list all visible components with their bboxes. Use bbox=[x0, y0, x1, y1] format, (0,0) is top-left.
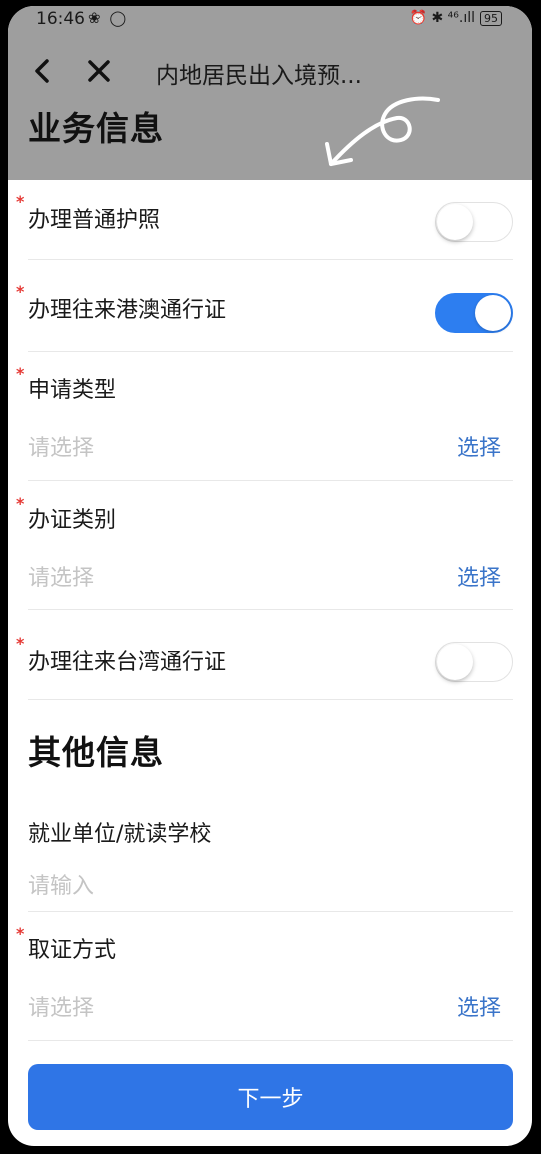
divider bbox=[28, 480, 513, 481]
required-marker: * bbox=[16, 494, 25, 513]
chevron-left-icon bbox=[35, 59, 49, 83]
page-title: 内地居民出入境预... bbox=[156, 63, 362, 89]
required-marker: * bbox=[16, 924, 25, 943]
taiwan-label: 办理往来台湾通行证 bbox=[28, 650, 227, 675]
cert-category-placeholder: 请选择 bbox=[28, 566, 95, 591]
cert-category-label: 办证类别 bbox=[28, 508, 117, 533]
employer-label: 就业单位/就读学校 bbox=[28, 822, 212, 847]
system-status-icons: ⏰ ✱ ⁴⁶.ıll bbox=[409, 10, 475, 26]
header-overlay: 16:46 ❀ ◯ ⏰ ✱ ⁴⁶.ıll 95 内地居民出入境预... 业务信息 bbox=[8, 6, 532, 180]
nav-bar: 内地居民出入境预... bbox=[8, 46, 532, 96]
section-title-other: 其他信息 bbox=[28, 733, 164, 772]
divider bbox=[28, 911, 513, 912]
section-title-business: 业务信息 bbox=[28, 109, 164, 148]
employer-input[interactable]: 请输入 bbox=[28, 868, 94, 900]
required-marker: * bbox=[16, 634, 25, 653]
close-button[interactable] bbox=[86, 56, 112, 86]
required-marker: * bbox=[16, 282, 25, 301]
divider bbox=[28, 609, 513, 610]
divider bbox=[28, 699, 513, 700]
employer-row: 就业单位/就读学校 请输入 bbox=[28, 812, 513, 912]
arrow-annotation-icon bbox=[325, 96, 440, 166]
close-icon bbox=[88, 60, 110, 82]
cert-category-select-button[interactable]: 选择 bbox=[457, 560, 501, 592]
apply-type-row[interactable]: * 申请类型 请选择 选择 bbox=[16, 364, 513, 478]
cert-category-row[interactable]: * 办证类别 请选择 选择 bbox=[16, 494, 513, 608]
status-time: 16:46 bbox=[36, 9, 85, 29]
apply-type-select-button[interactable]: 选择 bbox=[457, 430, 501, 462]
passport-row: * 办理普通护照 bbox=[16, 192, 513, 260]
status-bar: 16:46 ❀ ◯ ⏰ ✱ ⁴⁶.ıll 95 bbox=[8, 6, 532, 34]
hk-macau-toggle[interactable] bbox=[435, 293, 513, 333]
divider bbox=[28, 351, 513, 352]
back-button[interactable] bbox=[30, 56, 56, 86]
status-right: ⏰ ✱ ⁴⁶.ıll 95 bbox=[410, 10, 502, 26]
taiwan-row: * 办理往来台湾通行证 bbox=[16, 634, 513, 702]
pickup-select-button[interactable]: 选择 bbox=[457, 990, 501, 1022]
required-marker: * bbox=[16, 364, 25, 383]
passport-toggle[interactable] bbox=[435, 202, 513, 242]
device-frame: 16:46 ❀ ◯ ⏰ ✱ ⁴⁶.ıll 95 内地居民出入境预... 业务信息… bbox=[0, 0, 541, 1154]
notification-icons: ❀ ◯ bbox=[88, 9, 129, 27]
hk-macau-row: * 办理往来港澳通行证 bbox=[16, 282, 513, 350]
pickup-label: 取证方式 bbox=[28, 938, 117, 963]
hk-macau-label: 办理往来港澳通行证 bbox=[28, 298, 227, 323]
toggle-knob bbox=[475, 295, 511, 331]
passport-label: 办理普通护照 bbox=[28, 208, 161, 233]
toggle-knob bbox=[437, 204, 473, 240]
divider bbox=[28, 259, 513, 260]
pickup-row[interactable]: * 取证方式 请选择 选择 bbox=[16, 924, 513, 1038]
phone-screen: 16:46 ❀ ◯ ⏰ ✱ ⁴⁶.ıll 95 内地居民出入境预... 业务信息… bbox=[8, 6, 532, 1146]
apply-type-label: 申请类型 bbox=[28, 378, 117, 403]
pickup-placeholder: 请选择 bbox=[28, 996, 95, 1021]
apply-type-placeholder: 请选择 bbox=[28, 436, 95, 461]
divider bbox=[28, 1040, 513, 1041]
toggle-knob bbox=[437, 644, 473, 680]
battery-icon: 95 bbox=[480, 10, 502, 26]
required-marker: * bbox=[16, 192, 25, 211]
next-step-button[interactable]: 下一步 bbox=[28, 1064, 513, 1130]
taiwan-toggle[interactable] bbox=[435, 642, 513, 682]
